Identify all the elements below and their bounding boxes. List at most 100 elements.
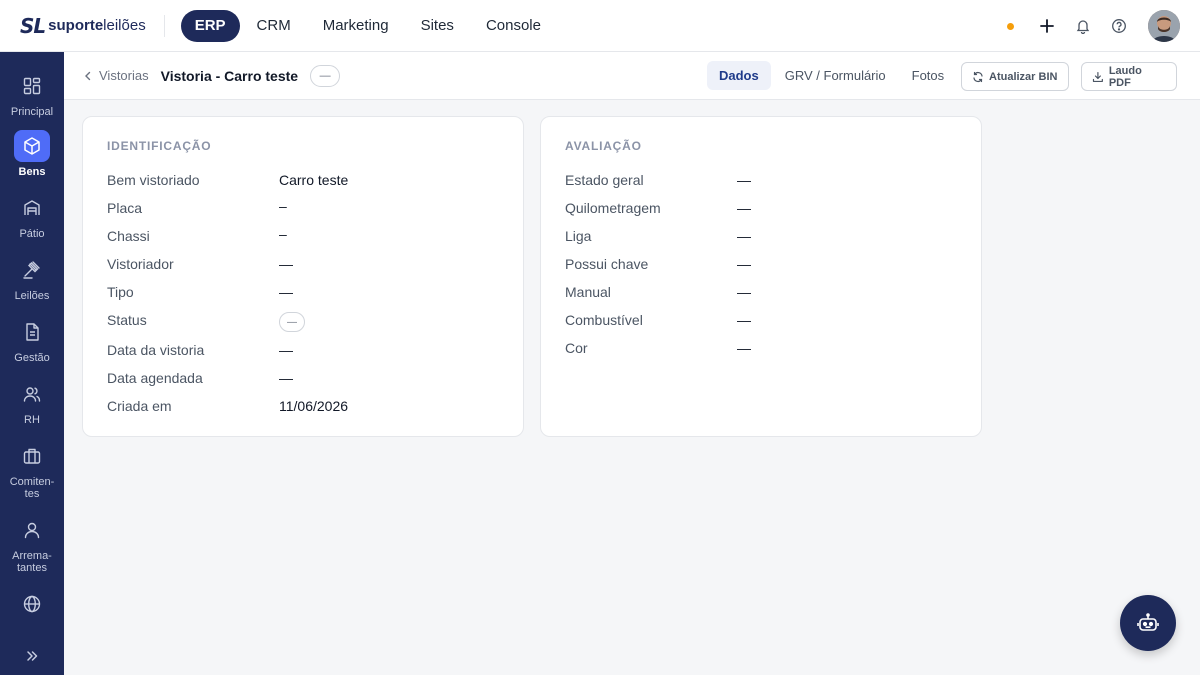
sidebar-expand-button[interactable] (0, 640, 64, 672)
field-row: Status — (107, 310, 497, 332)
assistant-button[interactable] (1120, 595, 1176, 651)
nav-marketing[interactable]: Marketing (308, 9, 404, 42)
field-label: Quilometragem (565, 200, 661, 216)
card-title: AVALIAÇÃO (565, 139, 642, 153)
field-row: Placa – (107, 198, 497, 218)
field-value: — (737, 312, 751, 328)
divider (163, 14, 165, 37)
field-label: Data da vistoria (107, 342, 205, 358)
sidebar-item-gestao[interactable]: Gestão (0, 316, 64, 364)
field-value: — (737, 200, 751, 216)
sidebar-item-label: Bens (18, 166, 46, 178)
field-label: Placa (107, 200, 143, 216)
sidebar-item-sites[interactable] (0, 588, 64, 620)
laudo-pdf-button[interactable]: Laudo PDF (1081, 62, 1177, 91)
status-badge: — (279, 312, 305, 332)
breadcrumb-back[interactable]: Vistorias (84, 68, 149, 83)
status-badge: — (310, 64, 341, 87)
field-row: Cor — (565, 338, 955, 358)
field-value: — (279, 284, 293, 300)
sidebar-item-patio[interactable]: Pátio (0, 192, 64, 240)
bell-icon[interactable] (1072, 15, 1094, 37)
sidebar-item-label: Pátio (19, 228, 45, 240)
breadcrumb-label: Vistorias (99, 68, 149, 83)
identificacao-card: IDENTIFICAÇÃO Bem vistoriado Carro teste … (82, 116, 524, 437)
field-value: — (737, 256, 751, 272)
page-title: Vistoria - Carro teste (160, 67, 299, 84)
help-icon[interactable] (1108, 15, 1130, 37)
briefcase-icon (14, 440, 50, 472)
download-icon (1092, 71, 1103, 82)
globe-icon (14, 588, 50, 620)
field-row: Data agendada — (107, 368, 497, 388)
field-label: Tipo (107, 284, 134, 300)
field-label: Manual (565, 284, 611, 300)
field-label: Criada em (107, 398, 172, 414)
robot-icon (1137, 613, 1159, 631)
field-value: — (279, 256, 293, 272)
field-label: Liga (565, 228, 592, 244)
tab-dados[interactable]: Dados (707, 61, 771, 90)
sidebar-item-principal[interactable]: Principal (0, 70, 64, 118)
brand-logo[interactable]: SL suporteleilões (20, 0, 146, 52)
tab-list: Dados GRV / Formulário Fotos (707, 61, 958, 90)
field-value: — (737, 172, 751, 188)
field-row: Criada em 11/06/2026 (107, 396, 497, 416)
field-row: Estado geral — (565, 170, 955, 190)
refresh-icon (973, 71, 983, 82)
field-value: – (279, 226, 287, 242)
document-icon (14, 316, 50, 348)
status-dot (1007, 22, 1014, 30)
field-row: Chassi – (107, 226, 497, 246)
field-row: Combustível — (565, 310, 955, 330)
sidebar-item-leiloes[interactable]: Leilões (0, 254, 64, 302)
nav-console[interactable]: Console (471, 9, 556, 42)
nav-sites[interactable]: Sites (406, 9, 469, 42)
sidebar-item-bens[interactable]: Bens (0, 130, 64, 178)
gavel-icon (14, 254, 50, 286)
box-icon (14, 130, 50, 162)
field-value: 11/06/2026 (279, 398, 349, 414)
sidebar: Principal Bens Pátio Leilões Gestão RH C… (0, 52, 64, 675)
sidebar-item-label: Arrema- tantes (12, 550, 52, 574)
sidebar-item-label: Gestão (14, 352, 50, 364)
sidebar-item-label: Comiten- tes (9, 476, 55, 500)
nav-crm[interactable]: CRM (242, 9, 306, 42)
field-label: Possui chave (565, 256, 649, 272)
grid-icon (14, 70, 50, 102)
field-label: Status (107, 312, 147, 328)
tab-grv-formulario[interactable]: GRV / Formulário (773, 61, 898, 90)
refresh-bin-button[interactable]: Atualizar BIN (961, 62, 1069, 91)
tab-fotos[interactable]: Fotos (900, 61, 957, 90)
top-right-actions (1007, 0, 1180, 52)
nav-erp[interactable]: ERP (180, 9, 240, 42)
avaliacao-card: AVALIAÇÃO Estado geral — Quilometragem — L… (540, 116, 982, 437)
user-avatar[interactable] (1148, 10, 1180, 42)
sidebar-item-label: Leilões (14, 290, 50, 302)
chevrons-right-icon (14, 640, 50, 672)
field-value: – (279, 198, 287, 214)
field-value: — (737, 340, 751, 356)
field-label: Estado geral (565, 172, 644, 188)
logo-text: suporteleilões (48, 17, 146, 34)
logo-mark: SL (20, 13, 46, 38)
field-row: Bem vistoriado Carro teste (107, 170, 497, 190)
sidebar-item-rh[interactable]: RH (0, 378, 64, 426)
plus-icon[interactable] (1036, 15, 1058, 37)
user-icon (14, 514, 50, 546)
users-icon (14, 378, 50, 410)
sidebar-item-arrematantes[interactable]: Arrema- tantes (0, 514, 64, 574)
sidebar-item-comitentes[interactable]: Comiten- tes (0, 440, 64, 500)
sidebar-item-label: Principal (10, 106, 54, 118)
field-row: Manual — (565, 282, 955, 302)
chevron-left-icon (85, 71, 91, 80)
field-value: — (279, 342, 293, 358)
field-label: Chassi (107, 228, 150, 244)
field-label: Bem vistoriado (107, 172, 200, 188)
field-row: Data da vistoria — (107, 340, 497, 360)
field-value: — (279, 370, 293, 386)
field-value: — (737, 284, 751, 300)
field-value: — (737, 228, 751, 244)
field-row: Liga — (565, 226, 955, 246)
field-label: Cor (565, 340, 588, 356)
